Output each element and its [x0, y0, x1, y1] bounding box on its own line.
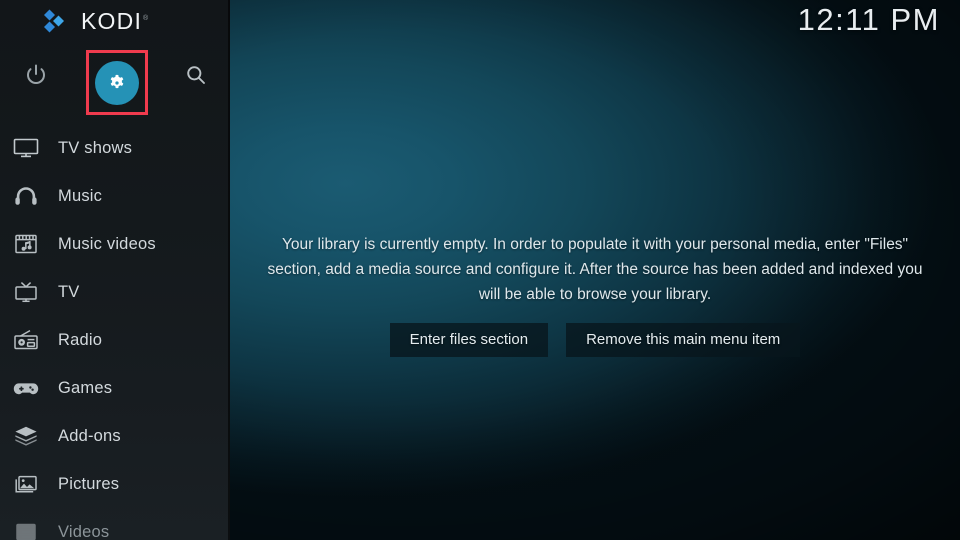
sidebar-item-games[interactable]: Games	[0, 364, 230, 412]
action-buttons: Enter files section Remove this main men…	[389, 323, 801, 357]
kodi-home-screen: 12:11 PM Your library is currently empty…	[0, 0, 960, 540]
sidebar-item-tv-shows[interactable]: TV shows	[0, 124, 230, 172]
sidebar-item-label: Pictures	[58, 474, 120, 493]
app-logo-text: KODI®	[81, 8, 149, 35]
tv-antenna-icon	[8, 277, 44, 307]
radio-icon	[8, 325, 44, 355]
settings-button[interactable]	[86, 50, 148, 115]
film-strip-icon	[8, 517, 44, 540]
sidebar-item-music-videos[interactable]: Music videos	[0, 220, 230, 268]
power-button[interactable]	[22, 60, 50, 90]
app-logo: KODI®	[0, 0, 230, 42]
sidebar-item-videos[interactable]: Videos	[0, 508, 230, 540]
sidebar-item-label: TV	[58, 282, 80, 301]
sidebar-item-pictures[interactable]: Pictures	[0, 460, 230, 508]
headphones-icon	[8, 181, 44, 211]
kodi-logo-mark-icon	[42, 9, 72, 33]
enter-files-section-button[interactable]: Enter files section	[389, 323, 549, 357]
remove-main-menu-item-button[interactable]: Remove this main menu item	[566, 323, 801, 357]
sidebar-top-actions	[0, 42, 230, 115]
tv-monitor-icon	[8, 133, 44, 163]
sidebar-item-label: Games	[58, 378, 113, 397]
registered-mark: ®	[143, 14, 150, 22]
sidebar-item-label: Radio	[58, 330, 103, 349]
settings-button-circle	[95, 60, 139, 105]
sidebar-item-music[interactable]: Music	[0, 172, 230, 220]
sidebar-item-radio[interactable]: Radio	[0, 316, 230, 364]
sidebar-menu: TV shows Music Music videos TV Radio Gam…	[0, 124, 230, 540]
picture-icon	[8, 469, 44, 499]
gear-icon	[106, 72, 128, 94]
gamepad-icon	[8, 373, 44, 403]
main-content: Your library is currently empty. In orde…	[230, 0, 960, 540]
sidebar-item-label: Music videos	[58, 234, 156, 253]
app-logo-label: KODI	[81, 7, 143, 34]
open-box-icon	[8, 421, 44, 451]
music-video-icon	[8, 229, 44, 259]
sidebar-item-label: Add-ons	[58, 426, 121, 445]
search-icon	[184, 63, 208, 87]
sidebar-item-label: Videos	[58, 522, 110, 540]
power-icon	[24, 63, 48, 87]
search-button[interactable]	[181, 60, 211, 90]
sidebar-item-add-ons[interactable]: Add-ons	[0, 412, 230, 460]
sidebar-item-label: Music	[58, 186, 103, 205]
sidebar-item-tv[interactable]: TV	[0, 268, 230, 316]
sidebar-item-label: TV shows	[58, 138, 133, 157]
empty-library-message: Your library is currently empty. In orde…	[267, 236, 923, 303]
sidebar: KODI® TV shows Music Music videos TV Rad…	[0, 0, 230, 540]
